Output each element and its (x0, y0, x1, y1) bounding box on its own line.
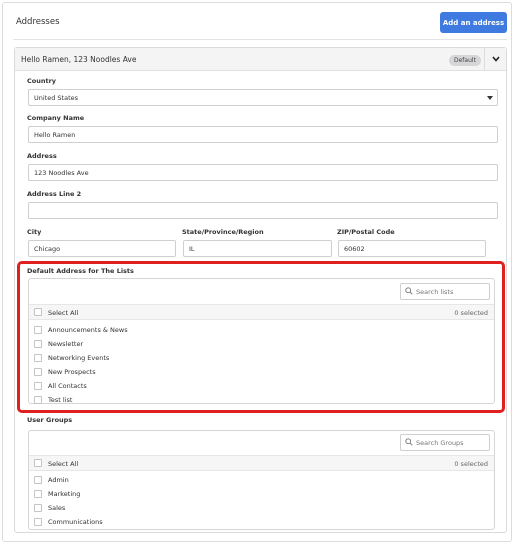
groups-select-all-checkbox[interactable] (34, 459, 42, 467)
zip-label: ZIP/Postal Code (337, 228, 395, 236)
list-item-label[interactable]: New Prospects (48, 368, 96, 376)
list-item-label[interactable]: Networking Events (48, 354, 109, 362)
header-divider (13, 39, 507, 40)
address-line-2-label: Address Line 2 (27, 190, 82, 198)
search-icon (405, 287, 415, 297)
group-item-checkbox[interactable] (34, 518, 42, 526)
city-label: City (27, 228, 42, 236)
search-icon (405, 438, 415, 448)
groups-select-all-row[interactable]: Select All 0 selected (29, 455, 494, 471)
group-item-checkbox[interactable] (34, 504, 42, 512)
zip-input[interactable] (338, 240, 486, 257)
country-select[interactable]: United States (28, 89, 498, 106)
address-card-title: Hello Ramen, 123 Noodles Ave (21, 55, 137, 64)
lists-section-label: Default Address for The Lists (27, 267, 134, 275)
lists-selected-count: 0 selected (454, 309, 488, 317)
address-label: Address (27, 152, 57, 160)
list-item-checkbox[interactable] (34, 354, 42, 362)
address-line-2-input[interactable] (28, 202, 498, 219)
list-item-label[interactable]: All Contacts (48, 382, 87, 390)
groups-selected-count: 0 selected (454, 460, 488, 468)
addresses-panel: Addresses Add an address Hello Ramen, 12… (2, 2, 512, 542)
list-item-label[interactable]: Newsletter (48, 340, 83, 348)
page-title: Addresses (16, 17, 60, 27)
group-item-label[interactable]: Communications (48, 518, 103, 526)
lists-box: Select All 0 selected Announcements & Ne… (28, 278, 495, 404)
list-item-checkbox[interactable] (34, 382, 42, 390)
groups-select-all-label: Select All (48, 460, 79, 468)
user-groups-label: User Groups (27, 416, 73, 424)
list-item-checkbox[interactable] (34, 396, 42, 404)
add-address-button[interactable]: Add an address (440, 12, 507, 33)
address-card-header[interactable]: Hello Ramen, 123 Noodles Ave Default (15, 48, 506, 71)
lists-select-all-checkbox[interactable] (34, 308, 42, 316)
list-item-label[interactable]: Announcements & News (48, 326, 128, 334)
list-item-checkbox[interactable] (34, 340, 42, 348)
chevron-down-icon (491, 56, 500, 62)
collapse-toggle[interactable] (484, 48, 506, 70)
city-input[interactable] (28, 240, 176, 257)
list-item-checkbox[interactable] (34, 368, 42, 376)
company-name-label: Company Name (27, 114, 85, 122)
groups-box: Select All 0 selected Admin Marketing Sa… (28, 430, 495, 530)
address-input[interactable] (28, 164, 498, 181)
state-input[interactable] (183, 240, 332, 257)
group-item-label[interactable]: Marketing (48, 490, 80, 498)
lists-select-all-label: Select All (48, 309, 79, 317)
state-label: State/Province/Region (182, 228, 264, 236)
group-item-checkbox[interactable] (34, 490, 42, 498)
country-value: United States (34, 93, 79, 102)
list-item-checkbox[interactable] (34, 326, 42, 334)
group-item-checkbox[interactable] (34, 476, 42, 484)
group-item-label[interactable]: Admin (48, 476, 69, 484)
caret-down-icon (487, 96, 493, 100)
list-item-label[interactable]: Test list (48, 396, 72, 404)
default-badge: Default (449, 55, 481, 66)
group-item-label[interactable]: Sales (48, 504, 65, 512)
country-label: Country (27, 77, 57, 85)
company-name-input[interactable] (28, 126, 498, 143)
lists-select-all-row[interactable]: Select All 0 selected (29, 304, 494, 320)
address-card: Hello Ramen, 123 Noodles Ave Default Cou… (14, 47, 507, 533)
